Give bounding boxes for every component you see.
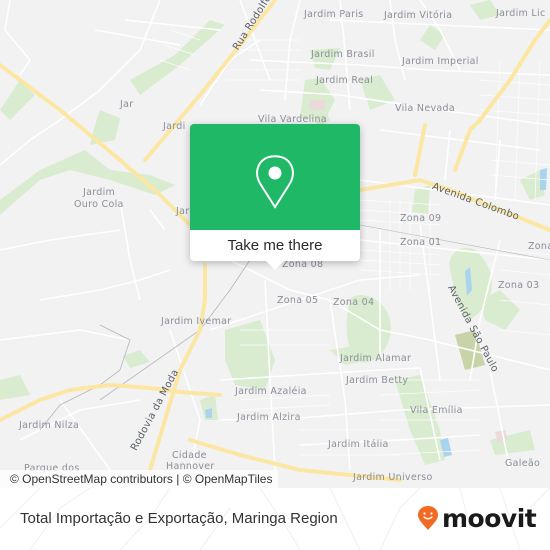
place-label: Jardim Vitória: [384, 10, 453, 21]
location-popup: Take me there: [190, 124, 360, 270]
place-label: Jar: [176, 206, 190, 217]
place-label: Zona 08: [282, 259, 324, 270]
place-label: Vila Emília: [410, 405, 463, 416]
place-title: Total Importação e Exportação, Maringa R…: [20, 510, 338, 527]
place-label: Jardim Azaléia: [235, 386, 307, 397]
popup-header: [190, 124, 360, 230]
place-label: Zona 05: [277, 295, 319, 306]
place-label: Jardim Ivemar: [161, 316, 232, 327]
place-label: Jardim Real: [316, 75, 374, 86]
place-label: Jardim Lic: [496, 8, 546, 19]
moovit-wordmark: moovit: [442, 503, 537, 533]
place-label: Jardim Betty: [346, 375, 409, 386]
place-label: Jardim Alamar: [340, 353, 412, 364]
place-label: Jardim: [83, 187, 116, 198]
place-label: Jardim Imperial: [402, 56, 479, 67]
place-label: Vila Nevada: [395, 103, 455, 114]
place-label: Jardim Universo: [353, 472, 433, 483]
place-label: Jardim Nilza: [19, 420, 80, 431]
moovit-logo[interactable]: moovit: [417, 503, 537, 533]
place-label: Jar: [120, 99, 134, 110]
place-label: Zona 03: [498, 280, 540, 291]
place-label: Jardi: [163, 121, 186, 132]
place-label: Jardim Brasil: [311, 49, 375, 60]
place-label: Cidade: [172, 450, 207, 461]
place-label: Zona 09: [400, 213, 442, 224]
footer-bar: Total Importação e Exportação, Maringa R…: [0, 488, 550, 550]
map-pin-icon: [256, 155, 294, 209]
popup-pointer: [266, 261, 284, 270]
map-view[interactable]: Rua Rodolfo Jardim Paris Jardim Vitória …: [0, 0, 550, 488]
place-label: Jardim Alzira: [237, 412, 301, 423]
place-label: Zona 04: [333, 297, 375, 308]
place-label: Zona 01: [400, 237, 442, 248]
railway-line: [39, 324, 131, 431]
place-label: Zona: [528, 241, 550, 252]
take-me-there-button[interactable]: Take me there: [190, 230, 360, 261]
landmark-area: [310, 100, 325, 110]
map-attribution[interactable]: © OpenStreetMap contributors | © OpenMap…: [0, 470, 279, 488]
place-label: Ouro Cola: [74, 199, 124, 210]
place-label: Jardim Paris: [304, 9, 364, 20]
place-label: Galeão: [505, 458, 541, 469]
place-label: Jardim Itália: [328, 439, 389, 450]
moovit-pin-icon: [418, 506, 438, 530]
